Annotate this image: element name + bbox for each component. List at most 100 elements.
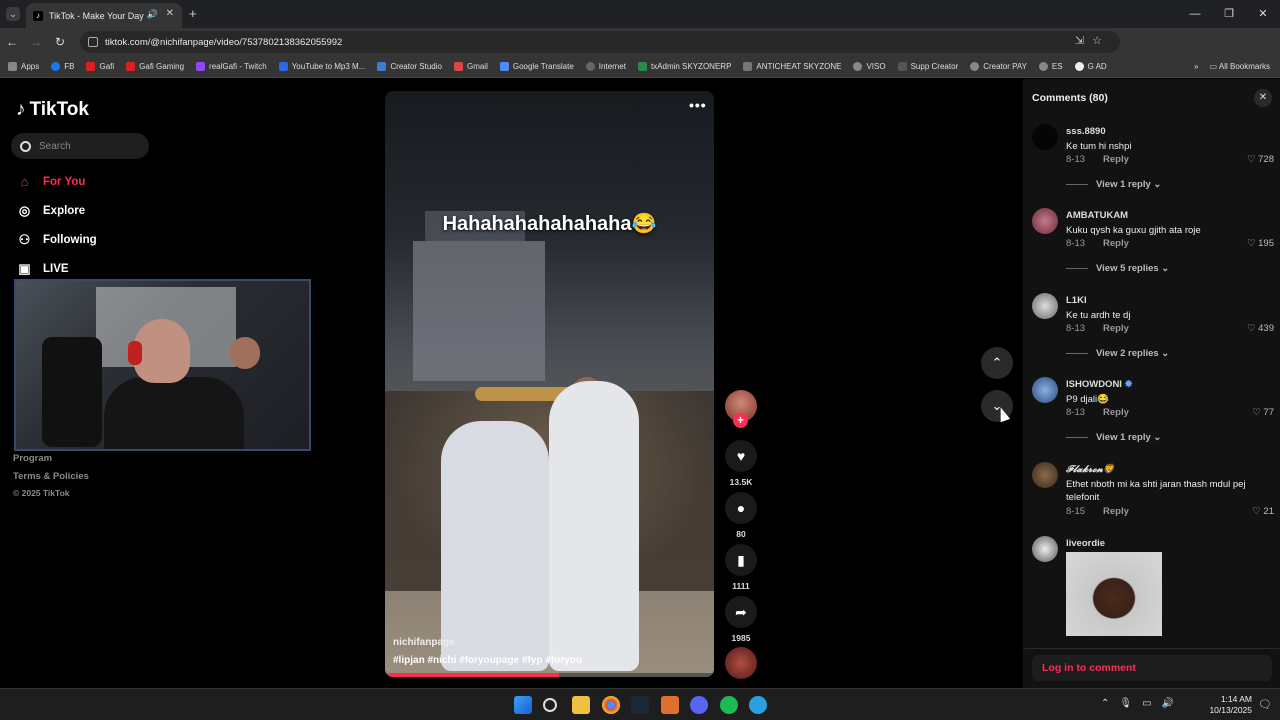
share-action[interactable]: ➦ 1985 (725, 596, 757, 643)
bookmark-youtube-mp3[interactable]: YouTube to Mp3 M... (278, 62, 365, 71)
bookmark-internet[interactable]: Internet (585, 62, 626, 71)
like-action[interactable]: ♥ 13.5K (725, 440, 757, 487)
music-disc-icon[interactable] (725, 647, 757, 679)
view-replies-button[interactable]: View 2 replies ⌄ (1066, 348, 1169, 359)
bookmark-google-translate[interactable]: Google Translate (499, 62, 574, 71)
avatar[interactable] (1032, 208, 1058, 234)
reply-button[interactable]: Reply (1103, 238, 1129, 249)
view-replies-button[interactable]: View 5 replies ⌄ (1066, 263, 1169, 274)
spotify-icon[interactable] (720, 696, 738, 714)
close-window-icon[interactable]: ✕ (1246, 0, 1280, 28)
browser-tab[interactable]: ♪ TikTok - Make Your Day 🔊 ✕ (26, 3, 182, 28)
avatar[interactable] (1032, 293, 1058, 319)
bookmark-star-icon[interactable]: ⇲☆ (1075, 34, 1110, 47)
tab-search-icon[interactable]: ⌄ (6, 7, 20, 21)
footer-terms[interactable]: Terms & Policies (13, 471, 89, 482)
video-hashtags[interactable]: #lipjan #nichi #foryoupage #fyp #foryou (393, 655, 582, 666)
comment-username[interactable]: sss.8890 (1066, 126, 1106, 137)
view-replies-button[interactable]: View 1 reply ⌄ (1066, 432, 1161, 443)
clock[interactable]: 1:14 AM 10/13/2025 (1209, 694, 1252, 716)
speaker-icon[interactable]: 🔊 (147, 9, 158, 20)
url-bar[interactable]: tiktok.com/@nichifanpage/video/753780213… (80, 31, 1120, 53)
windows-start-icon[interactable] (514, 696, 532, 714)
video-progress-bar[interactable] (385, 673, 714, 677)
comments-title: Comments (80) (1032, 92, 1108, 104)
share-arrow-icon[interactable]: ➦ (725, 596, 757, 628)
forward-icon[interactable]: → (24, 35, 48, 49)
comment-like[interactable]: ♡ 195 (1247, 238, 1274, 249)
bookmark-gafi[interactable]: Gafi (86, 62, 114, 71)
close-comments-button[interactable]: ✕ (1254, 89, 1272, 107)
login-to-comment-button[interactable]: Log in to comment (1032, 655, 1272, 681)
comment-image[interactable] (1066, 552, 1162, 636)
bookmark-g-ad[interactable]: G AD (1074, 62, 1107, 71)
more-options-icon[interactable]: ••• (689, 97, 707, 113)
reply-button[interactable]: Reply (1103, 323, 1129, 334)
avatar[interactable] (1032, 377, 1058, 403)
comment-username[interactable]: L1KI (1066, 295, 1087, 306)
steam-icon[interactable] (631, 696, 649, 714)
restore-icon[interactable]: ❐ (1212, 0, 1246, 28)
comment-username[interactable]: AMBATUKAM (1066, 210, 1128, 221)
bookmark-gafi-gaming[interactable]: Gafi Gaming (126, 62, 184, 71)
minimize-icon[interactable]: — (1178, 0, 1212, 28)
nav-live[interactable]: ▣ LIVE (16, 260, 68, 277)
follow-plus-icon[interactable]: + (733, 413, 748, 428)
notification-icon[interactable]: 🗨 (1258, 698, 1272, 711)
avatar[interactable] (1032, 124, 1058, 150)
save-action[interactable]: ▮ 1111 (725, 544, 757, 591)
avatar[interactable] (1032, 536, 1058, 562)
close-tab-icon[interactable]: ✕ (166, 8, 174, 19)
comment-username[interactable]: ISHOWDONI ✹ (1066, 379, 1133, 390)
bookmark-viso[interactable]: VISO (853, 62, 886, 71)
bookmark-creator-pay[interactable]: Creator PAY (970, 62, 1027, 71)
footer-program[interactable]: Program (13, 453, 52, 464)
comment-username[interactable]: liveordie (1066, 538, 1105, 549)
comment-like[interactable]: ♡ 77 (1252, 407, 1274, 418)
video-author[interactable]: nichifanpage (393, 637, 455, 648)
reply-button[interactable]: Reply (1103, 154, 1129, 165)
view-replies-button[interactable]: View 1 reply ⌄ (1066, 179, 1161, 190)
comment-login-bar: Log in to comment (1023, 648, 1280, 688)
previous-video-button[interactable]: ⌃ (981, 347, 1013, 379)
bookmark-es[interactable]: ES (1038, 62, 1063, 71)
nav-for-you[interactable]: ⌂ For You (16, 173, 86, 190)
reload-icon[interactable]: ↻ (48, 35, 72, 49)
comment-like[interactable]: ♡ 439 (1247, 323, 1274, 334)
bookmark-creator-studio[interactable]: Creator Studio (377, 62, 442, 71)
all-bookmarks[interactable]: » ▭ All Bookmarks (1194, 62, 1270, 71)
nav-following[interactable]: ⚇ Following (16, 231, 97, 248)
reply-button[interactable]: Reply (1103, 506, 1129, 517)
comment-bubble-icon[interactable]: ● (725, 492, 757, 524)
bookmark-twitch[interactable]: realGafi - Twitch (196, 62, 267, 71)
heart-icon[interactable]: ♥ (725, 440, 757, 472)
reply-button[interactable]: Reply (1103, 407, 1129, 418)
back-icon[interactable]: ← (0, 35, 24, 49)
app-icon[interactable] (661, 696, 679, 714)
system-tray[interactable]: ⌃🎙▭🔊 (1101, 698, 1184, 709)
bookmark-icon[interactable]: ▮ (725, 544, 757, 576)
site-info-icon[interactable] (88, 37, 98, 47)
telegram-icon[interactable] (749, 696, 767, 714)
bookmark-apps[interactable]: Apps (8, 62, 39, 71)
new-tab-icon[interactable]: + (189, 6, 197, 21)
comment-like[interactable]: ♡ 728 (1247, 154, 1274, 165)
comment-date: 8-13 (1066, 238, 1086, 249)
comment-like[interactable]: ♡ 21 (1252, 506, 1274, 517)
comment-username[interactable]: 𝓕𝓵𝓪𝓴𝓻𝓸𝓷🦁 (1066, 464, 1115, 475)
bookmark-txadmin[interactable]: txAdmin SKYZONERP (637, 62, 731, 71)
search-icon[interactable] (543, 698, 557, 712)
nav-explore[interactable]: ◎ Explore (16, 202, 85, 219)
video-player[interactable]: Hahahahahahahaha😂 ••• nichifanpage #lipj… (385, 91, 714, 677)
bookmark-anticheat[interactable]: ANTICHEAT SKYZONE (743, 62, 841, 71)
bookmark-supp-creator[interactable]: Supp Creator (897, 62, 958, 71)
chrome-icon[interactable] (602, 696, 620, 714)
discord-icon[interactable] (690, 696, 708, 714)
comment-action[interactable]: ● 80 (725, 492, 757, 539)
bookmark-fb[interactable]: FB (51, 62, 74, 71)
file-explorer-icon[interactable] (572, 696, 590, 714)
tiktok-logo[interactable]: ♪ TikTok (16, 99, 89, 121)
search-input[interactable]: Search (11, 133, 149, 159)
avatar[interactable] (1032, 462, 1058, 488)
bookmark-gmail[interactable]: Gmail (453, 62, 488, 71)
